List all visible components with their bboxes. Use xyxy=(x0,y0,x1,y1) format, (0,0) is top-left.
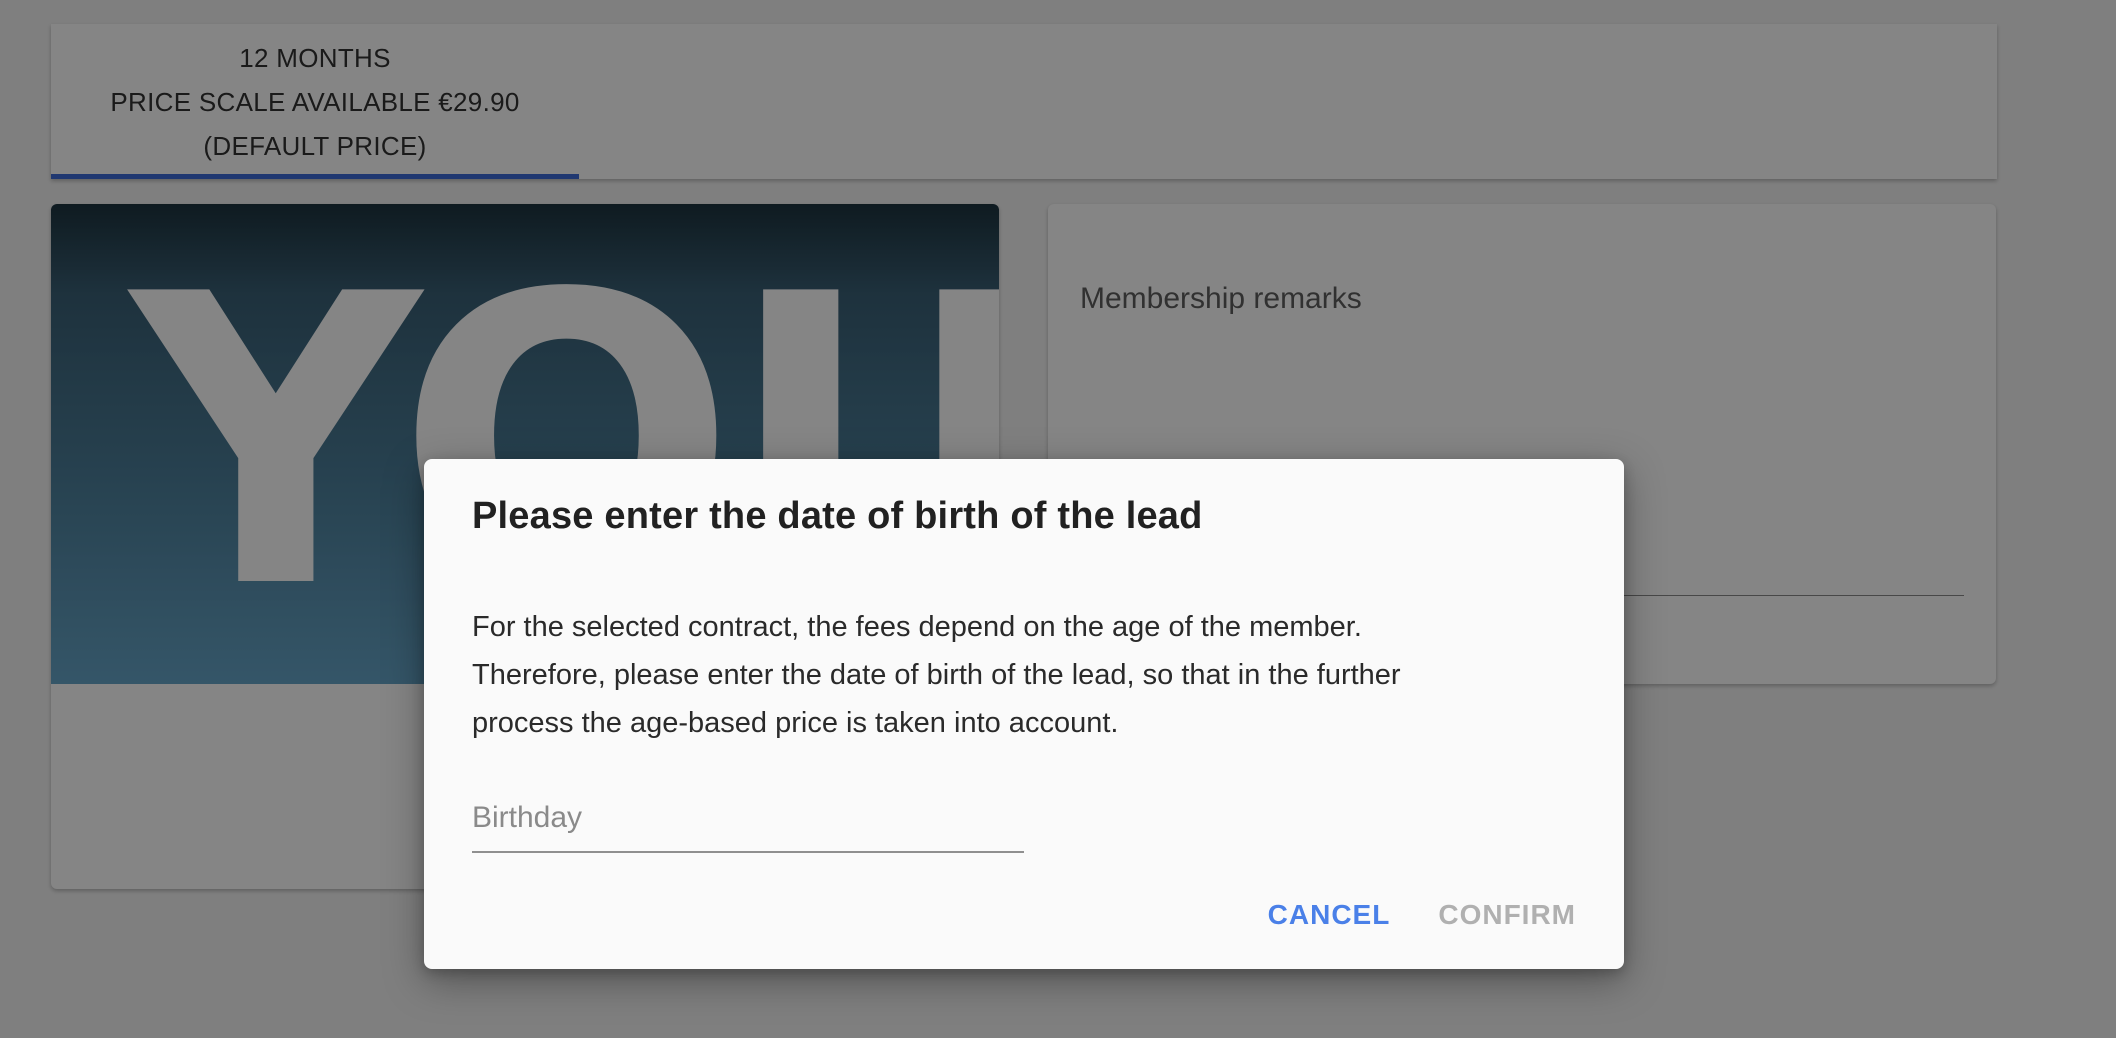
dialog-description: For the selected contract, the fees depe… xyxy=(472,603,1562,747)
dialog-actions: CANCEL CONFIRM xyxy=(1252,891,1592,939)
dialog-description-line: Therefore, please enter the date of birt… xyxy=(472,659,1401,691)
birthday-field-underline xyxy=(472,851,1024,853)
confirm-button[interactable]: CONFIRM xyxy=(1422,891,1592,939)
cancel-button[interactable]: CANCEL xyxy=(1252,891,1407,939)
dialog-description-line: process the age-based price is taken int… xyxy=(472,707,1119,739)
birthday-input[interactable] xyxy=(472,785,1024,851)
birthdate-dialog: Please enter the date of birth of the le… xyxy=(424,459,1624,969)
dialog-title: Please enter the date of birth of the le… xyxy=(472,495,1203,537)
birthday-field xyxy=(472,785,1024,853)
dialog-description-line: For the selected contract, the fees depe… xyxy=(472,611,1362,643)
